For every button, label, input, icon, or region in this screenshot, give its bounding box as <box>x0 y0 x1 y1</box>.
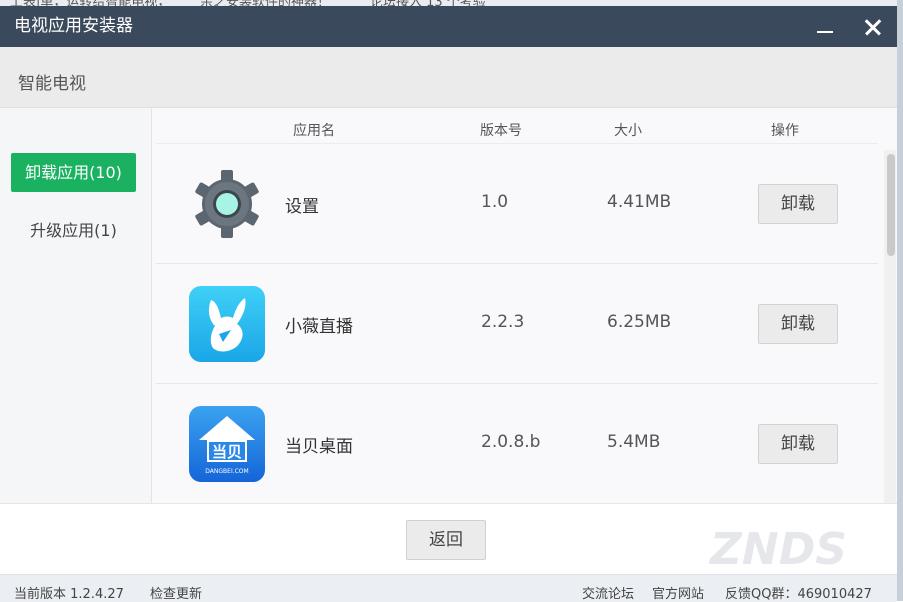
header-size: 大小 <box>614 123 642 139</box>
watermark-text: ZNDS <box>708 524 847 574</box>
header-version: 版本号 <box>480 123 522 139</box>
list-scrollbar[interactable] <box>884 150 896 503</box>
status-bar: 当前版本 1.2.4.27 检查更新 交流论坛 官方网站 反馈QQ群：46901… <box>0 574 897 602</box>
close-button[interactable] <box>858 12 888 42</box>
app-list-panel: 应用名 版本号 大小 操作 设置 1.0 4.41MB 卸载 小薇直播 2.2.… <box>152 108 897 503</box>
app-size: 5.4MB <box>607 432 661 452</box>
feedback-qq-group: 反馈QQ群：469010427 <box>725 587 872 602</box>
uninstall-button[interactable]: 卸载 <box>758 424 838 464</box>
app-version: 2.0.8.b <box>481 432 541 452</box>
device-name: 智能电视 <box>18 74 86 94</box>
table-row: 当贝 DANGBEI.COM 当贝桌面 2.0.8.b 5.4MB 卸载 <box>156 384 878 503</box>
settings-gear-icon <box>195 170 259 238</box>
app-size: 4.41MB <box>607 192 672 212</box>
sidebar: 卸载应用(10) 升级应用(1) <box>0 108 152 503</box>
uninstall-button[interactable]: 卸载 <box>758 184 838 224</box>
app-version: 1.0 <box>481 192 509 212</box>
device-header: 智能电视 <box>0 47 897 108</box>
back-button[interactable]: 返回 <box>406 520 486 560</box>
dangbei-house-icon: 当贝 DANGBEI.COM <box>189 406 265 482</box>
app-version: 2.2.3 <box>481 312 525 332</box>
footer-area: 返回 ZNDS <box>0 503 897 575</box>
app-size: 6.25MB <box>607 312 672 332</box>
znds-watermark: ZNDS <box>708 524 847 574</box>
official-website-link[interactable]: 官方网站 <box>652 583 704 602</box>
minimize-button[interactable] <box>810 12 840 42</box>
background-window-edge <box>897 0 903 601</box>
dangbei-domain-text: DANGBEI.COM <box>205 468 248 475</box>
table-row: 设置 1.0 4.41MB 卸载 <box>156 144 878 264</box>
xiaowei-live-bunny-icon <box>189 286 265 362</box>
current-version: 当前版本 1.2.4.27 <box>14 587 124 602</box>
app-name: 小薇直播 <box>285 317 353 337</box>
app-name: 当贝桌面 <box>285 437 353 457</box>
tab-uninstall-apps[interactable]: 卸载应用(10) <box>11 153 136 192</box>
title-bar: 电视应用安装器 <box>0 6 897 47</box>
forum-link[interactable]: 交流论坛 <box>582 583 634 602</box>
scrollbar-thumb[interactable] <box>887 154 895 256</box>
header-app-name: 应用名 <box>293 123 335 139</box>
window-title: 电视应用安装器 <box>14 16 133 36</box>
tab-upgrade-apps[interactable]: 升级应用(1) <box>11 211 136 250</box>
app-name: 设置 <box>285 197 319 217</box>
header-action: 操作 <box>771 123 799 139</box>
check-update-link[interactable]: 检查更新 <box>150 583 202 602</box>
table-row: 小薇直播 2.2.3 6.25MB 卸载 <box>156 264 878 384</box>
uninstall-button[interactable]: 卸载 <box>758 304 838 344</box>
dangbei-logo-text: 当贝 <box>212 443 242 461</box>
